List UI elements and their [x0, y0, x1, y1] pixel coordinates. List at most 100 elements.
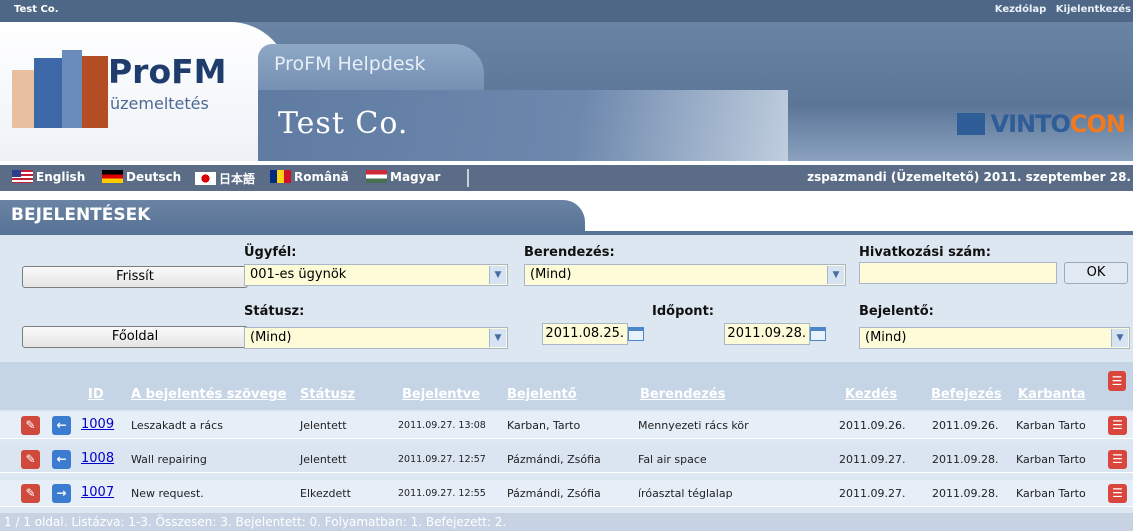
company-name: Test Co. — [14, 4, 59, 15]
pagination-summary: 1 / 1 oldal. Listázva: 1-3. Összesen: 3.… — [4, 515, 507, 529]
request-id-link[interactable]: 1007 — [81, 485, 114, 500]
time-label: Időpont: — [652, 304, 714, 319]
lang-romana[interactable]: Română — [270, 170, 349, 184]
app-tab: ProFM Helpdesk — [258, 44, 484, 90]
app-tab-label: ProFM Helpdesk — [274, 53, 426, 75]
lang-deutsch[interactable]: Deutsch — [102, 170, 181, 184]
chevron-down-icon: ▼ — [827, 266, 844, 284]
table-row: ✎ ← 1008 Wall repairing Jelentett 2011.0… — [0, 446, 1133, 473]
date-from-input[interactable]: 2011.08.25. — [542, 323, 628, 345]
table-row: ✎ → 1007 New request. Elkezdett 2011.09.… — [0, 480, 1133, 507]
client-label: Ügyfél: — [244, 245, 297, 260]
lang-magyar[interactable]: Magyar — [366, 170, 440, 184]
request-reporter: Pázmándi, Zsófia — [507, 453, 601, 466]
col-text[interactable]: A bejelentés szövege — [131, 387, 286, 402]
request-maintainer: Karban Tarto — [1016, 487, 1086, 500]
user-info: zspazmandi (Üzemeltető) 2011. szeptember… — [807, 170, 1131, 184]
request-id-link[interactable]: 1008 — [81, 451, 114, 466]
reference-input[interactable] — [859, 262, 1057, 284]
request-end: 2011.09.28. — [932, 487, 999, 500]
calendar-icon[interactable] — [810, 327, 826, 341]
request-reported: 2011.09.27. 13:08 — [398, 420, 486, 431]
request-reporter: Pázmándi, Zsófia — [507, 487, 601, 500]
calendar-icon[interactable] — [628, 327, 644, 341]
request-status: Jelentett — [300, 419, 347, 432]
col-reported[interactable]: Bejelentve — [402, 387, 480, 402]
client-select-value: 001-es ügynök — [250, 267, 347, 282]
request-device: Fal air space — [638, 453, 707, 466]
brand-left: VINTO — [990, 110, 1071, 138]
vintocon-logo: VINTOCON — [956, 110, 1126, 138]
client-title: Test Co. — [278, 106, 409, 141]
request-device: íróasztal téglalap — [638, 487, 733, 500]
request-maintainer: Karban Tarto — [1016, 453, 1086, 466]
edit-icon[interactable]: ✎ — [21, 416, 40, 435]
document-icon[interactable]: ☰ — [1108, 484, 1127, 503]
document-icon[interactable]: ☰ — [1108, 416, 1127, 435]
document-icon[interactable]: ☰ — [1108, 450, 1127, 469]
request-end: 2011.09.28. — [932, 453, 999, 466]
request-start: 2011.09.26. — [839, 419, 906, 432]
request-reported: 2011.09.27. 12:55 — [398, 488, 486, 499]
request-text: Leszakadt a rács — [131, 419, 223, 432]
arrow-left-icon[interactable]: ← — [52, 416, 71, 435]
request-status: Elkezdett — [300, 487, 351, 500]
request-text: Wall repairing — [131, 453, 207, 466]
home-link[interactable]: Kezdólap — [995, 4, 1047, 15]
device-label: Berendezés: — [524, 245, 615, 260]
col-device[interactable]: Berendezés — [640, 387, 725, 402]
document-icon[interactable]: ☰ — [1108, 371, 1126, 391]
device-select-value: (Mind) — [530, 267, 572, 282]
date-to-input[interactable]: 2011.09.28. — [724, 323, 810, 345]
col-status[interactable]: Státusz — [300, 387, 355, 402]
chevron-down-icon: ▼ — [1111, 329, 1128, 347]
request-start: 2011.09.27. — [839, 453, 906, 466]
lang-japanese[interactable]: 日本語 — [195, 170, 255, 187]
arrow-right-icon[interactable]: → — [52, 484, 71, 503]
top-links: Kezdólap Kijelentkezés — [989, 4, 1131, 15]
logout-link[interactable]: Kijelentkezés — [1056, 4, 1131, 15]
client-select[interactable]: 001-es ügynök ▼ — [244, 264, 508, 286]
reporter-select-value: (Mind) — [865, 330, 907, 345]
german-flag-icon — [102, 170, 123, 183]
vintocon-mark-icon — [956, 113, 985, 135]
col-start[interactable]: Kezdés — [845, 387, 897, 402]
table-header — [0, 362, 1133, 410]
home-button[interactable]: Főoldal — [22, 326, 248, 348]
ok-button[interactable]: OK — [1064, 262, 1128, 284]
col-maintainer[interactable]: Karbanta — [1018, 387, 1086, 402]
device-select[interactable]: (Mind) ▼ — [524, 264, 846, 286]
romania-flag-icon — [270, 170, 291, 183]
edit-icon[interactable]: ✎ — [21, 484, 40, 503]
request-id-link[interactable]: 1009 — [81, 417, 114, 432]
reference-label: Hivatkozási szám: — [859, 245, 991, 260]
request-maintainer: Karban Tarto — [1016, 419, 1086, 432]
section-tab: BEJELENTÉSEK — [0, 200, 585, 231]
col-end[interactable]: Befejezés — [931, 387, 1002, 402]
brand-right: CON — [1069, 110, 1126, 138]
request-start: 2011.09.27. — [839, 487, 906, 500]
hungary-flag-icon — [366, 170, 387, 183]
request-reporter: Karban, Tarto — [507, 419, 581, 432]
filter-panel: Frissít Főoldal Ügyfél: 001-es ügynök ▼ … — [0, 235, 1133, 355]
language-bar: English Deutsch 日本語 Română Magyar zspazm… — [0, 165, 1133, 191]
reporter-label: Bejelentő: — [859, 304, 934, 319]
logo-subtitle: üzemeltetés — [110, 94, 209, 113]
reporter-select[interactable]: (Mind) ▼ — [859, 327, 1130, 349]
status-select-value: (Mind) — [250, 330, 292, 345]
logo-title: ProFM — [108, 52, 227, 91]
chevron-down-icon: ▼ — [489, 329, 506, 347]
lang-english[interactable]: English — [12, 170, 85, 184]
arrow-left-icon[interactable]: ← — [52, 450, 71, 469]
divider — [467, 169, 469, 187]
refresh-button[interactable]: Frissít — [22, 266, 248, 288]
col-reporter[interactable]: Bejelentő — [507, 387, 577, 402]
edit-icon[interactable]: ✎ — [21, 450, 40, 469]
banner: ProFM üzemeltetés ProFM Helpdesk Test Co… — [0, 22, 1133, 161]
section-title: BEJELENTÉSEK — [11, 205, 151, 225]
status-footer: 1 / 1 oldal. Listázva: 1-3. Összesen: 3.… — [0, 513, 1133, 531]
col-id[interactable]: ID — [88, 387, 104, 402]
uk-flag-icon — [12, 170, 33, 183]
status-select[interactable]: (Mind) ▼ — [244, 327, 508, 349]
request-device: Mennyezeti rács kör — [638, 419, 749, 432]
